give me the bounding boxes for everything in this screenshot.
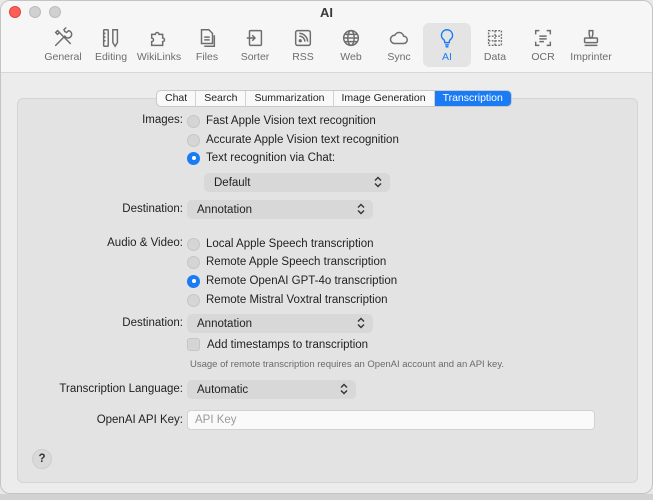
radio-remote-apple-speech[interactable]: Remote Apple Speech transcription	[187, 254, 386, 270]
remote-transcription-note: Usage of remote transcription requires a…	[190, 359, 505, 370]
toolbar-label: General	[44, 51, 82, 63]
transcription-language-select[interactable]: Automatic	[187, 380, 356, 399]
select-value: Annotation	[197, 203, 252, 216]
radio-label: Remote OpenAI GPT-4o transcription	[206, 275, 398, 287]
chevron-updown-icon	[357, 203, 365, 215]
toolbar-item-editing[interactable]: Editing	[87, 23, 135, 67]
chevron-updown-icon	[374, 176, 382, 188]
toolbar-label: Sync	[387, 51, 411, 63]
audio-destination-label: Destination:	[122, 317, 183, 329]
radio-remote-openai-gpt4o[interactable]: Remote OpenAI GPT-4o transcription	[187, 273, 397, 289]
toolbar-item-data[interactable]: Data	[471, 23, 519, 67]
radio-label: Remote Mistral Voxtral transcription	[206, 294, 388, 306]
radio-label: Local Apple Speech transcription	[206, 238, 374, 250]
background-window-strip	[0, 494, 653, 500]
titlebar: AI General Editing WikiLinks Files Sorte…	[1, 1, 652, 73]
transcription-language-label: Transcription Language:	[59, 383, 183, 395]
toolbar-item-sorter[interactable]: Sorter	[231, 23, 279, 67]
radio-label: Accurate Apple Vision text recognition	[206, 134, 399, 146]
radio-text-recognition-via-chat[interactable]: Text recognition via Chat:	[187, 150, 335, 166]
radio-indicator	[187, 151, 200, 165]
window-title: AI	[320, 5, 333, 20]
toolbar-label: Sorter	[240, 51, 270, 63]
api-key-field[interactable]	[187, 410, 595, 430]
radio-indicator	[187, 255, 200, 269]
radio-indicator	[187, 274, 200, 288]
ocr-scan-icon	[534, 29, 552, 47]
toolbar-item-general[interactable]: General	[39, 23, 87, 67]
tab-search[interactable]: Search	[196, 91, 247, 106]
radio-indicator	[187, 293, 200, 307]
rss-icon	[294, 29, 312, 47]
radio-fast-apple-vision[interactable]: Fast Apple Vision text recognition	[187, 113, 376, 129]
toolbar-item-sync[interactable]: Sync	[375, 23, 423, 67]
toolbar-label: RSS	[292, 51, 314, 63]
toolbar-item-files[interactable]: Files	[183, 23, 231, 67]
select-value: Annotation	[197, 317, 252, 330]
chevron-updown-icon	[357, 317, 365, 329]
radio-indicator	[187, 237, 200, 251]
select-value: Automatic	[197, 383, 249, 396]
globe-icon	[342, 29, 360, 47]
toolbar-item-ai[interactable]: AI	[423, 23, 471, 67]
radio-label: Fast Apple Vision text recognition	[206, 115, 376, 127]
documents-icon	[200, 29, 216, 47]
api-key-label: OpenAI API Key:	[96, 414, 183, 426]
stamp-icon	[583, 29, 599, 47]
toolbar-item-rss[interactable]: RSS	[279, 23, 327, 67]
chat-model-select[interactable]: Default	[204, 173, 390, 192]
tab-image-generation[interactable]: Image Generation	[334, 91, 435, 106]
segmented-tabs: Chat Search Summarization Image Generati…	[156, 90, 512, 107]
radio-label: Text recognition via Chat:	[206, 152, 336, 164]
toolbar-item-ocr[interactable]: OCR	[519, 23, 567, 67]
toolbar-label: Imprinter	[570, 51, 612, 63]
tab-transcription[interactable]: Transcription	[434, 91, 511, 106]
toolbar-label: WikiLinks	[136, 51, 182, 63]
radio-remote-mistral-voxtral[interactable]: Remote Mistral Voxtral transcription	[187, 292, 388, 308]
pencil-ruler-icon	[102, 29, 119, 48]
sorter-icon	[246, 29, 263, 47]
puzzle-icon	[150, 31, 166, 47]
toolbar-item-wikilinks[interactable]: WikiLinks	[135, 23, 183, 67]
tab-chat[interactable]: Chat	[157, 91, 197, 106]
radio-local-apple-speech[interactable]: Local Apple Speech transcription	[187, 236, 374, 252]
checkbox-label: Add timestamps to transcription	[207, 338, 369, 351]
select-value: Default	[214, 176, 251, 189]
toolbar-label: Files	[195, 51, 219, 63]
tab-summarization[interactable]: Summarization	[246, 91, 334, 106]
radio-label: Remote Apple Speech transcription	[206, 256, 387, 268]
chevron-updown-icon	[340, 383, 348, 395]
toolbar-label: Data	[483, 51, 507, 63]
radio-accurate-apple-vision[interactable]: Accurate Apple Vision text recognition	[187, 132, 399, 148]
tools-icon	[54, 27, 73, 47]
audio-destination-select[interactable]: Annotation	[187, 314, 373, 333]
radio-indicator	[187, 114, 200, 128]
timestamps-checkbox[interactable]: Add timestamps to transcription	[187, 338, 368, 351]
images-label: Images:	[142, 114, 183, 126]
checkbox-indicator	[187, 338, 200, 351]
preferences-window: AI General Editing WikiLinks Files Sorte…	[0, 0, 653, 494]
lightbulb-icon	[440, 29, 454, 48]
toolbar-label: Web	[340, 51, 362, 63]
toolbar-label: Editing	[94, 51, 128, 63]
images-destination-select[interactable]: Annotation	[187, 200, 373, 219]
toolbar-label: OCR	[531, 51, 555, 63]
toolbar-item-imprinter[interactable]: Imprinter	[567, 23, 615, 67]
radio-indicator	[187, 133, 200, 147]
cloud-icon	[389, 31, 408, 45]
help-button[interactable]: ?	[32, 449, 52, 469]
images-destination-label: Destination:	[122, 203, 183, 215]
data-grid-icon	[487, 29, 503, 47]
toolbar-label: AI	[442, 51, 452, 63]
preferences-toolbar: General Editing WikiLinks Files Sorter R…	[39, 23, 615, 67]
audio-video-label: Audio & Video:	[107, 237, 183, 249]
toolbar-item-web[interactable]: Web	[327, 23, 375, 67]
